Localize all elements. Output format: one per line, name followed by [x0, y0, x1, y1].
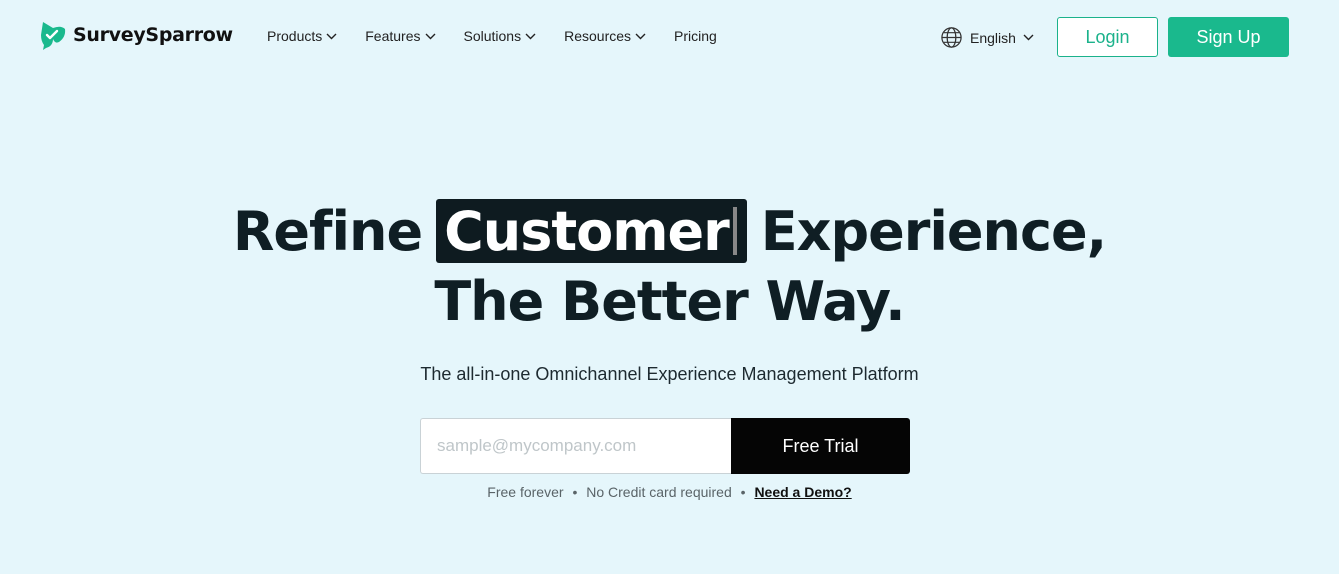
hero-highlight-word: Customer: [444, 199, 730, 263]
nav-label: Resources: [564, 28, 632, 44]
chevron-down-icon: [425, 33, 435, 39]
hero-word-refine: Refine: [232, 199, 423, 263]
login-button[interactable]: Login: [1057, 17, 1158, 57]
brand-logo[interactable]: SurveySparrow: [39, 18, 233, 52]
hero-highlight: Customer: [436, 199, 747, 263]
nav-solutions[interactable]: Solutions: [464, 26, 537, 46]
language-label: English: [970, 29, 1016, 46]
chevron-down-icon: [1023, 34, 1034, 41]
nav-resources[interactable]: Resources: [564, 26, 646, 46]
site-header: SurveySparrow Products Features Solution…: [0, 0, 1339, 72]
chevron-down-icon: [525, 33, 536, 39]
main-nav: Products Features Solutions Resources Pr…: [267, 26, 745, 46]
signup-button[interactable]: Sign Up: [1168, 17, 1289, 57]
note-separator: •: [740, 484, 746, 500]
sparrow-logo-icon: [41, 22, 66, 50]
brand-name: SurveySparrow: [73, 24, 233, 46]
typing-cursor: [732, 207, 737, 255]
email-input[interactable]: [420, 418, 731, 474]
globe-icon: [941, 27, 962, 48]
nav-features[interactable]: Features: [365, 26, 435, 46]
note-no-credit-card: No Credit card required: [586, 484, 732, 500]
language-selector[interactable]: English: [940, 26, 1034, 49]
need-demo-link[interactable]: Need a Demo?: [754, 484, 851, 500]
nav-products[interactable]: Products: [267, 26, 337, 46]
note-free-forever: Free forever: [487, 484, 564, 500]
signup-note: Free forever • No Credit card required •…: [0, 484, 1339, 500]
nav-label: Solutions: [463, 28, 522, 44]
hero-word-experience: Experience,: [760, 199, 1107, 263]
nav-label: Pricing: [674, 28, 717, 44]
hero-heading-line-2: The Better Way.: [434, 269, 905, 333]
hero-heading-line-1: Refine Customer Experience,: [0, 198, 1339, 264]
nav-label: Products: [267, 28, 323, 44]
nav-label: Features: [365, 28, 421, 44]
hero-subtitle: The all-in-one Omnichannel Experience Ma…: [420, 364, 919, 384]
chevron-down-icon: [635, 33, 646, 39]
note-separator: •: [572, 484, 578, 500]
chevron-down-icon: [326, 33, 337, 39]
trial-signup-form: Free Trial: [420, 418, 910, 474]
nav-pricing[interactable]: Pricing: [674, 26, 717, 46]
free-trial-button[interactable]: Free Trial: [731, 418, 910, 474]
